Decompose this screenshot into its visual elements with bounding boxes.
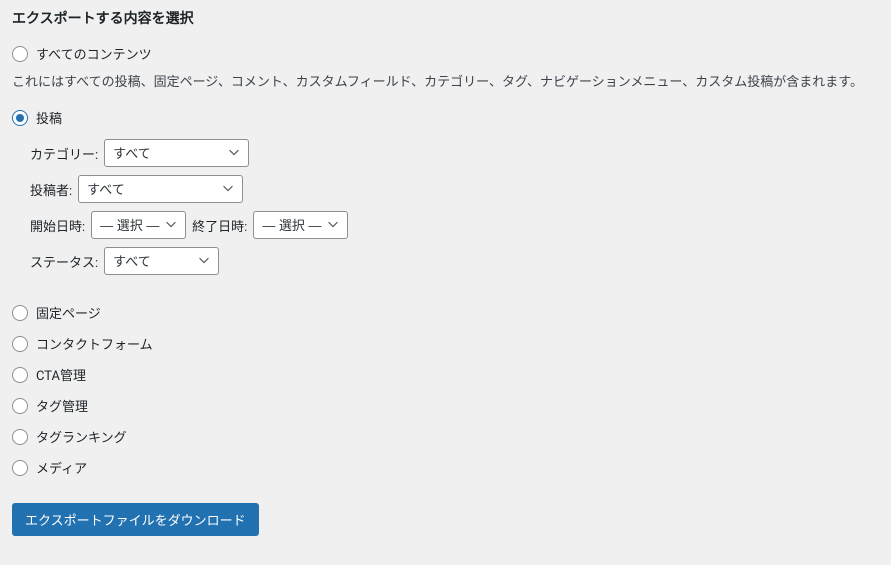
radio-cta[interactable]	[12, 367, 28, 383]
filter-start-date-label: 開始日時:	[30, 216, 85, 235]
posts-filters: カテゴリー: すべて 投稿者: すべて 開始日時: — 選択 — 終了日時: —…	[30, 139, 879, 275]
select-start-date[interactable]: — 選択 —	[91, 211, 186, 239]
select-author[interactable]: すべて	[78, 175, 243, 203]
filter-category-label: カテゴリー:	[30, 144, 98, 163]
filter-author-row: 投稿者: すべて	[30, 175, 879, 203]
filter-dates-row: 開始日時: — 選択 — 終了日時: — 選択 —	[30, 211, 879, 239]
option-contact-form-label[interactable]: コンタクトフォーム	[36, 334, 153, 353]
option-contact-form[interactable]: コンタクトフォーム	[12, 330, 879, 357]
option-media[interactable]: メディア	[12, 454, 879, 481]
filter-end-date-label: 終了日時:	[192, 216, 247, 235]
radio-all-content[interactable]	[12, 46, 28, 62]
radio-media[interactable]	[12, 460, 28, 476]
export-panel: エクスポートする内容を選択 すべてのコンテンツ これにはすべての投稿、固定ページ…	[0, 8, 891, 548]
filter-category-row: カテゴリー: すべて	[30, 139, 879, 167]
section-title: エクスポートする内容を選択	[12, 8, 879, 28]
radio-contact-form[interactable]	[12, 336, 28, 352]
option-posts-label[interactable]: 投稿	[36, 108, 62, 127]
select-end-date[interactable]: — 選択 —	[253, 211, 348, 239]
filter-status-label: ステータス:	[30, 252, 98, 271]
radio-posts[interactable]	[12, 110, 28, 126]
all-content-description: これにはすべての投稿、固定ページ、コメント、カスタムフィールド、カテゴリー、タグ…	[12, 71, 879, 90]
select-status[interactable]: すべて	[104, 247, 219, 275]
option-tag-ranking-label[interactable]: タグランキング	[36, 427, 127, 446]
select-category[interactable]: すべて	[104, 139, 249, 167]
radio-tag-ranking[interactable]	[12, 429, 28, 445]
radio-tag-mgmt[interactable]	[12, 398, 28, 414]
option-pages[interactable]: 固定ページ	[12, 299, 879, 326]
download-button[interactable]: エクスポートファイルをダウンロード	[12, 503, 259, 536]
option-cta[interactable]: CTA管理	[12, 361, 879, 388]
option-tag-mgmt[interactable]: タグ管理	[12, 392, 879, 419]
filter-status-row: ステータス: すべて	[30, 247, 879, 275]
option-pages-label[interactable]: 固定ページ	[36, 303, 101, 322]
option-posts[interactable]: 投稿	[12, 104, 879, 131]
option-all-content[interactable]: すべてのコンテンツ	[12, 40, 879, 67]
option-media-label[interactable]: メディア	[36, 458, 87, 477]
radio-pages[interactable]	[12, 305, 28, 321]
option-cta-label[interactable]: CTA管理	[36, 365, 86, 384]
option-tag-mgmt-label[interactable]: タグ管理	[36, 396, 88, 415]
option-tag-ranking[interactable]: タグランキング	[12, 423, 879, 450]
filter-author-label: 投稿者:	[30, 180, 72, 199]
option-all-content-label[interactable]: すべてのコンテンツ	[36, 44, 152, 63]
